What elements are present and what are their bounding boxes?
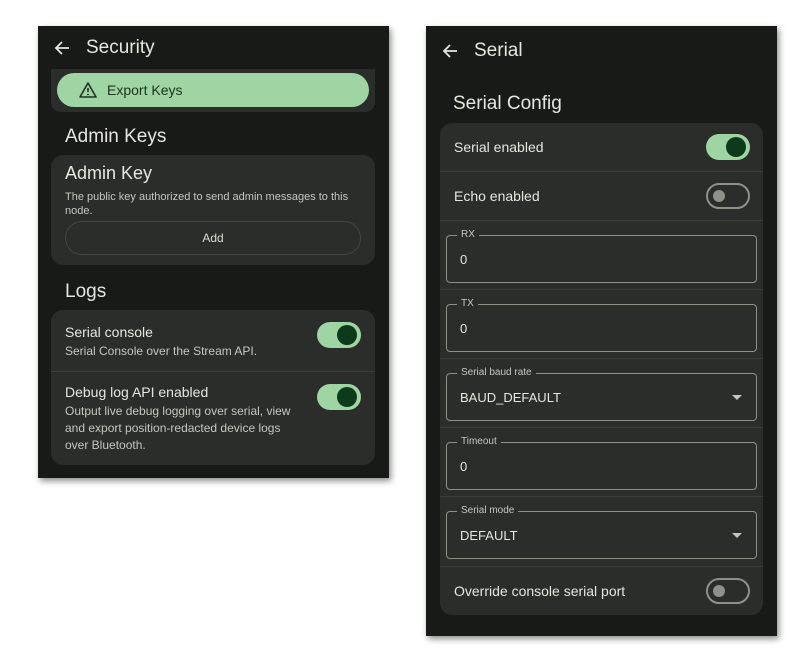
tx-field[interactable]: TX 0 [446, 298, 757, 352]
back-button[interactable] [52, 38, 72, 58]
toggle-knob [337, 325, 357, 345]
echo-enabled-toggle[interactable] [706, 183, 750, 209]
page-title: Security [86, 37, 155, 58]
admin-key-description: The public key authorized to send admin … [65, 191, 349, 217]
debug-log-row[interactable]: Debug log API enabled Output live debug … [51, 372, 375, 465]
serial-baud-rate-dropdown[interactable]: Serial baud rate BAUD_DEFAULT [446, 367, 757, 421]
admin-key-card: Admin Key The public key authorized to s… [51, 155, 375, 265]
serial-console-row[interactable]: Serial console Serial Console over the S… [51, 310, 375, 371]
page-title: Serial [474, 40, 523, 61]
mode-value: DEFAULT [460, 528, 518, 543]
timeout-value: 0 [460, 459, 468, 474]
debug-log-title: Debug log API enabled [65, 384, 209, 400]
serial-console-title: Serial console [65, 324, 153, 340]
serial-config-card: Serial enabled Echo enabled RX 0 TX 0 Se… [440, 123, 763, 615]
warning-icon [79, 81, 97, 99]
baud-value: BAUD_DEFAULT [460, 390, 561, 405]
serial-config-heading: Serial Config [453, 93, 562, 114]
toggle-knob [337, 387, 357, 407]
divider [440, 289, 763, 290]
echo-enabled-label: Echo enabled [454, 188, 540, 204]
export-keys-label: Export Keys [107, 82, 183, 98]
divider [440, 220, 763, 221]
timeout-label: Timeout [457, 436, 501, 447]
tx-value: 0 [460, 321, 468, 336]
serial-console-subtitle: Serial Console over the Stream API. [65, 344, 258, 358]
toggle-knob [713, 585, 725, 597]
logs-heading: Logs [65, 281, 107, 302]
override-console-row[interactable]: Override console serial port [440, 567, 763, 615]
serial-mode-dropdown[interactable]: Serial mode DEFAULT [446, 505, 757, 559]
override-console-label: Override console serial port [454, 583, 626, 599]
timeout-field[interactable]: Timeout 0 [446, 436, 757, 490]
debug-log-subtitle: Output live debug logging over serial, v… [65, 404, 291, 452]
divider [440, 496, 763, 497]
rx-label: RX [457, 229, 479, 240]
export-keys-button[interactable]: Export Keys [57, 73, 369, 107]
admin-key-title: Admin Key [65, 163, 153, 183]
top-app-bar: Serial [426, 26, 777, 76]
serial-enabled-row[interactable]: Serial enabled [440, 123, 763, 171]
divider [440, 358, 763, 359]
debug-log-toggle[interactable] [317, 384, 361, 410]
override-console-toggle[interactable] [706, 578, 750, 604]
serial-enabled-label: Serial enabled [454, 139, 544, 155]
chevron-down-icon [732, 533, 742, 538]
add-admin-key-button[interactable]: Add [65, 221, 361, 255]
tx-label: TX [457, 298, 478, 309]
arrow-back-icon [442, 44, 457, 58]
rx-value: 0 [460, 252, 468, 267]
logs-card: Serial console Serial Console over the S… [51, 310, 375, 465]
serial-screen: Serial Serial Config Serial enabled Echo… [426, 26, 777, 636]
arrow-back-icon [54, 41, 69, 55]
security-screen: Security Export Keys Admin Keys Admin Ke… [38, 26, 389, 478]
echo-enabled-row[interactable]: Echo enabled [440, 172, 763, 220]
admin-keys-heading: Admin Keys [65, 126, 167, 147]
toggle-knob [726, 137, 746, 157]
baud-label: Serial baud rate [457, 367, 536, 378]
top-app-bar: Security [38, 26, 389, 70]
divider [440, 427, 763, 428]
rx-field[interactable]: RX 0 [446, 229, 757, 283]
mode-label: Serial mode [457, 505, 519, 516]
export-keys-card: Export Keys [51, 69, 375, 112]
toggle-knob [713, 190, 725, 202]
chevron-down-icon [732, 395, 742, 400]
serial-console-toggle[interactable] [317, 322, 361, 348]
serial-enabled-toggle[interactable] [706, 134, 750, 160]
back-button[interactable] [440, 41, 460, 61]
